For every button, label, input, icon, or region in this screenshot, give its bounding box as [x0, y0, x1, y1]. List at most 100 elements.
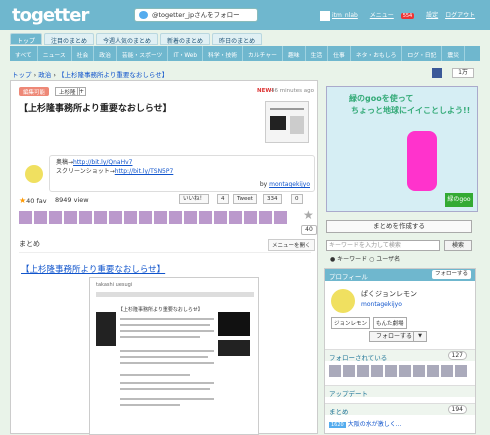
- timestamp: 46 minutes ago: [271, 88, 314, 94]
- fav-users: [19, 211, 289, 224]
- user-link[interactable]: itm_nlab: [320, 10, 363, 21]
- logout-link[interactable]: ログアウト: [445, 12, 475, 19]
- divider: [19, 252, 311, 253]
- category-tab[interactable]: 生活: [306, 46, 329, 61]
- avatar[interactable]: [49, 211, 62, 224]
- avatar[interactable]: [79, 211, 92, 224]
- radio-keyword[interactable]: ● キーワード: [330, 256, 367, 263]
- avatar[interactable]: [455, 365, 467, 377]
- avatar[interactable]: [244, 211, 257, 224]
- recent-matome-link[interactable]: 1620 大阪の水が激しく...: [329, 419, 401, 428]
- category-tab[interactable]: 趣味: [283, 46, 306, 61]
- tab-featured[interactable]: 注目のまとめ: [44, 33, 95, 45]
- avatar[interactable]: [399, 365, 411, 377]
- thumbnail[interactable]: [265, 101, 309, 143]
- category-tab[interactable]: 仕事: [328, 46, 351, 61]
- avatar[interactable]: [184, 211, 197, 224]
- profile-username[interactable]: montagekijyo: [361, 301, 402, 308]
- fb-count: 1万: [452, 68, 474, 78]
- editable-badge[interactable]: 編集可能: [19, 87, 50, 96]
- avatar[interactable]: [441, 365, 453, 377]
- settings-link[interactable]: 設定: [426, 12, 438, 19]
- category-tabs: すべて ニュース 社会 政治 芸能・スポーツ IT・Web 科学・技術 カルチャ…: [10, 46, 480, 61]
- tweet-count: 334: [263, 194, 282, 204]
- chevron-down-icon[interactable]: ▼: [413, 331, 427, 342]
- add-tag-button[interactable]: +: [77, 87, 86, 96]
- category-tab[interactable]: 政治: [94, 46, 117, 61]
- category-tab[interactable]: ネタ・おもしろ: [351, 46, 403, 61]
- view-count: 8949 view: [55, 196, 89, 204]
- avatar[interactable]: [64, 211, 77, 224]
- category-tab[interactable]: 震災: [442, 46, 466, 61]
- avatar[interactable]: [199, 211, 212, 224]
- follower-avatars: [329, 365, 469, 377]
- search-input[interactable]: キーワードを入力して検索: [326, 240, 440, 251]
- updates-row[interactable]: アップデート: [325, 385, 475, 398]
- category-tab[interactable]: 芸能・スポーツ: [117, 46, 169, 61]
- avatar[interactable]: [214, 211, 227, 224]
- header: togetter @togetter_jpさんをフォロー itm_nlab メニ…: [0, 0, 490, 30]
- followers-row[interactable]: フォローされている 127: [325, 349, 475, 362]
- avatar[interactable]: [329, 365, 341, 377]
- avatar[interactable]: [25, 165, 43, 183]
- search-button[interactable]: 検索: [444, 240, 472, 251]
- like-count: 4: [217, 194, 229, 204]
- search-type: ● キーワード ○ ユーザ名: [330, 254, 400, 263]
- avatar[interactable]: [229, 211, 242, 224]
- avatar[interactable]: [259, 211, 272, 224]
- category-tab[interactable]: ニュース: [38, 46, 72, 61]
- category-tab[interactable]: IT・Web: [168, 46, 204, 61]
- category-tab[interactable]: 科学・技術: [203, 46, 244, 61]
- avatar[interactable]: [94, 211, 107, 224]
- avatar[interactable]: [343, 365, 355, 377]
- avatar[interactable]: [331, 289, 355, 313]
- category-tab[interactable]: 社会: [72, 46, 95, 61]
- content-title-link[interactable]: 【上杉隆事務所より重要なおしらせ】: [21, 263, 165, 275]
- like-button[interactable]: いいね！: [179, 194, 210, 204]
- avatar[interactable]: [19, 211, 32, 224]
- avatar[interactable]: [274, 211, 287, 224]
- screenshot-image[interactable]: takashi uesugi 【上杉隆事務所より重要なおしらせ】: [89, 277, 259, 435]
- section-heading: まとめ: [19, 240, 40, 248]
- tab-top[interactable]: トップ: [10, 33, 43, 45]
- facebook-icon[interactable]: [432, 68, 442, 78]
- category-tab[interactable]: すべて: [10, 46, 38, 61]
- avatar[interactable]: [413, 365, 425, 377]
- avatar[interactable]: [385, 365, 397, 377]
- category-tab[interactable]: ログ・日記: [402, 46, 443, 61]
- profile-header: プロフィール フォローする: [325, 269, 475, 281]
- avatar[interactable]: [427, 365, 439, 377]
- avatar[interactable]: [139, 211, 152, 224]
- follow-button[interactable]: フォローする: [369, 331, 420, 342]
- radio-user[interactable]: ○ ユーザ名: [369, 256, 400, 263]
- author-link[interactable]: montagekijyo: [269, 181, 310, 188]
- logo[interactable]: togetter: [12, 5, 89, 26]
- avatar[interactable]: [357, 365, 369, 377]
- tab-weekly[interactable]: 今週人気のまとめ: [96, 33, 159, 45]
- category-tab[interactable]: カルチャー: [243, 46, 283, 61]
- tab-new[interactable]: 新着のまとめ: [160, 33, 211, 45]
- profile-follow-button[interactable]: フォローする: [431, 270, 471, 279]
- avatar[interactable]: [124, 211, 137, 224]
- avatar[interactable]: [371, 365, 383, 377]
- description-box: 奥稿→http://bit.ly/QnaHv7 スクリーンショット→http:/…: [49, 155, 315, 192]
- tab-yesterday[interactable]: 昨日のまとめ: [212, 33, 263, 45]
- avatar[interactable]: [169, 211, 182, 224]
- source-link[interactable]: http://bit.ly/QnaHv7: [73, 159, 132, 166]
- tweet-button[interactable]: Tweet: [233, 194, 257, 204]
- advertisement-banner[interactable]: 緑のgooを使って ちょっと地球にイイことしよう!! 緑のgoo: [326, 86, 478, 212]
- screenshot-link[interactable]: http://bit.ly/TSN5P7: [115, 168, 174, 175]
- avatar[interactable]: [34, 211, 47, 224]
- create-matome-button[interactable]: まとめを作成する: [326, 220, 472, 233]
- hatena-count[interactable]: 0: [291, 194, 303, 204]
- avatar[interactable]: [154, 211, 167, 224]
- category-tag[interactable]: 上杉隆: [55, 87, 80, 96]
- matome-row[interactable]: まとめ 194: [325, 403, 475, 416]
- avatar[interactable]: [109, 211, 122, 224]
- profile-tag[interactable]: ジョンレモン: [331, 317, 371, 329]
- profile-tag[interactable]: もんた劇場: [373, 317, 407, 329]
- star-icon[interactable]: ★: [303, 208, 314, 222]
- menu-open-button[interactable]: メニューを開く: [268, 239, 315, 251]
- menu-link[interactable]: メニュー 554: [370, 12, 419, 19]
- follow-twitter-button[interactable]: @togetter_jpさんをフォロー: [134, 8, 258, 22]
